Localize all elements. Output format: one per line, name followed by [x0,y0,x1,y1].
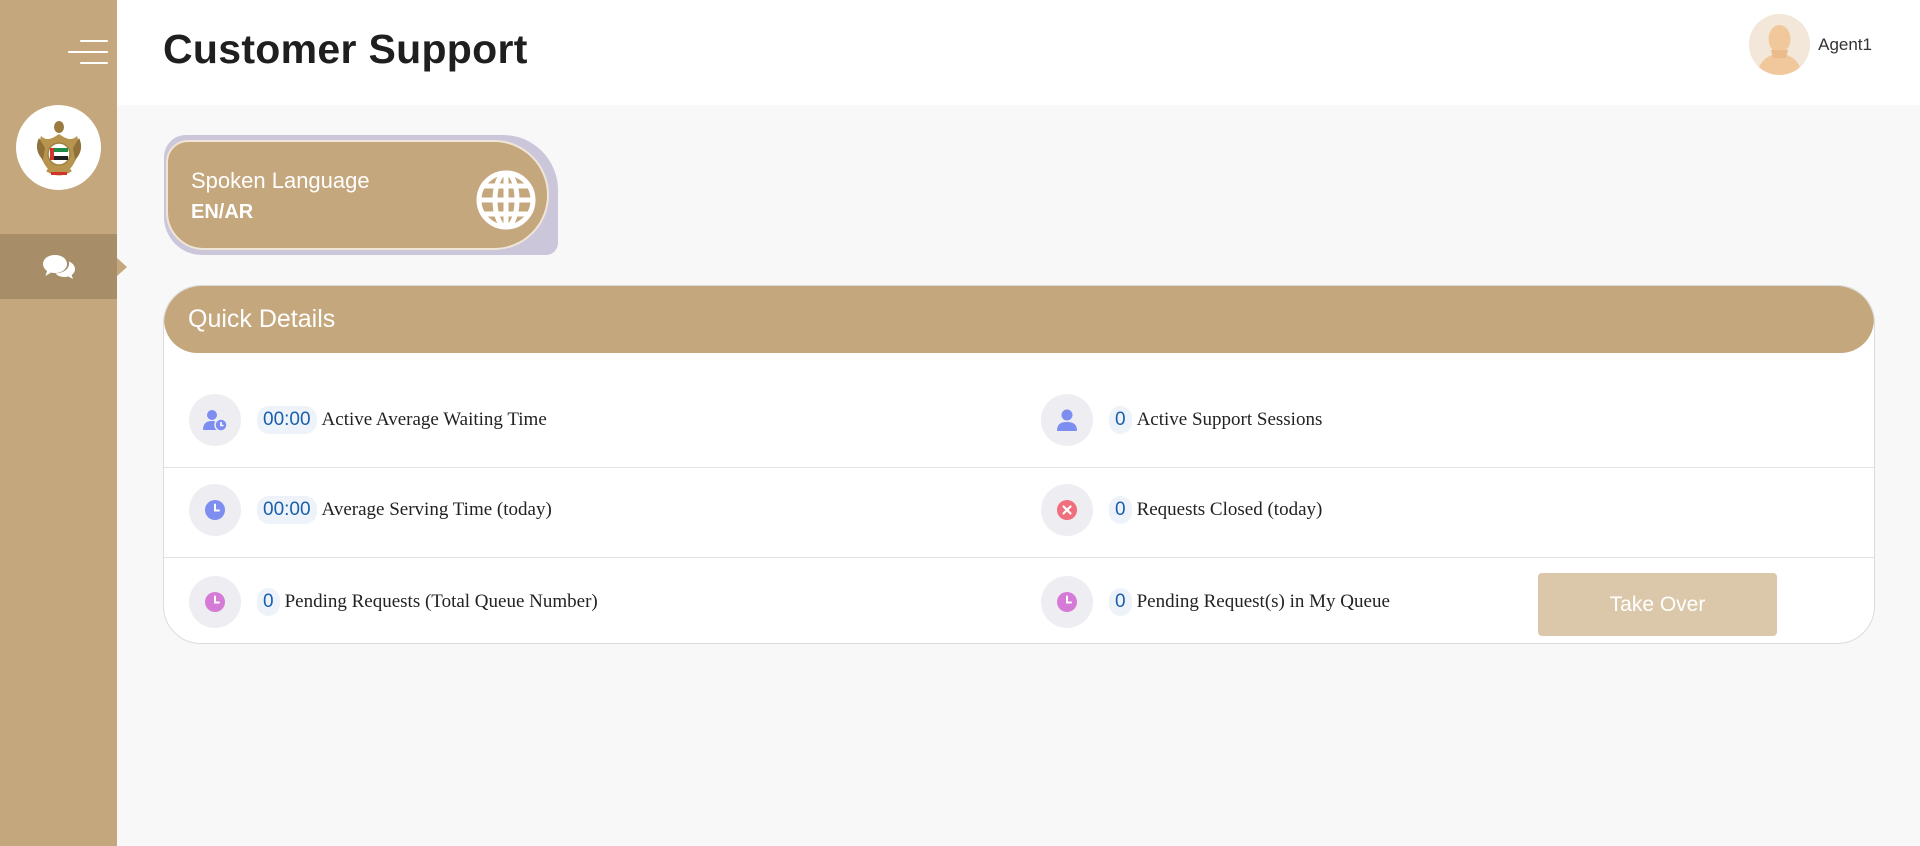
active-nav-indicator [117,258,127,276]
stat-value: 0 [257,588,280,616]
emblem-icon [36,120,81,175]
quick-details-header: Quick Details [164,286,1874,353]
sidebar [0,0,127,846]
clock-icon [189,484,241,536]
spoken-language-value: EN/AR [191,201,254,223]
stat-label: Active Support Sessions [1136,409,1323,430]
sidebar-item-chat[interactable] [0,234,117,299]
stat-label: Active Average Waiting Time [321,409,547,430]
stat-pending-my-queue: 0 Pending Request(s) in My Queue [1041,576,1390,628]
user-clock-icon [189,394,241,446]
globe-icon [476,170,536,230]
user-avatar-icon [1749,14,1811,75]
row-divider [164,467,1874,468]
chat-bubbles-icon [42,254,75,279]
page-title: Customer Support [163,26,528,72]
stat-value: 00:00 [257,496,317,524]
logo [16,105,101,190]
user-icon [1041,394,1093,446]
clock-icon [189,576,241,628]
avatar [1749,14,1811,75]
menu-toggle-button[interactable] [64,38,108,68]
user-name: Agent1 [1818,34,1872,54]
stat-value: 0 [1109,406,1132,434]
stat-active-average-waiting-time: 00:00 Active Average Waiting Time [189,394,547,446]
take-over-button[interactable]: Take Over [1538,573,1777,636]
stat-active-support-sessions: 0 Active Support Sessions [1041,394,1322,446]
quick-details-title: Quick Details [188,305,336,333]
spoken-language-card: Spoken Language EN/AR [161,135,558,255]
stat-pending-requests-total: 0 Pending Requests (Total Queue Number) [189,576,598,628]
stat-label: Requests Closed (today) [1136,499,1323,520]
row-divider [164,557,1874,558]
stat-label: Pending Requests (Total Queue Number) [284,591,598,612]
stat-average-serving-time: 00:00 Average Serving Time (today) [189,484,552,536]
spoken-language-label: Spoken Language [191,168,370,193]
stat-label: Pending Request(s) in My Queue [1136,591,1390,612]
header: Customer Support Agent1 [117,0,1920,105]
stat-label: Average Serving Time (today) [321,499,552,520]
stat-requests-closed: 0 Requests Closed (today) [1041,484,1322,536]
stat-value: 0 [1109,496,1132,524]
stat-value: 0 [1109,588,1132,616]
stat-value: 00:00 [257,406,317,434]
clock-icon [1041,576,1093,628]
user-menu[interactable]: Agent1 [1749,14,1872,75]
close-circle-icon [1041,484,1093,536]
